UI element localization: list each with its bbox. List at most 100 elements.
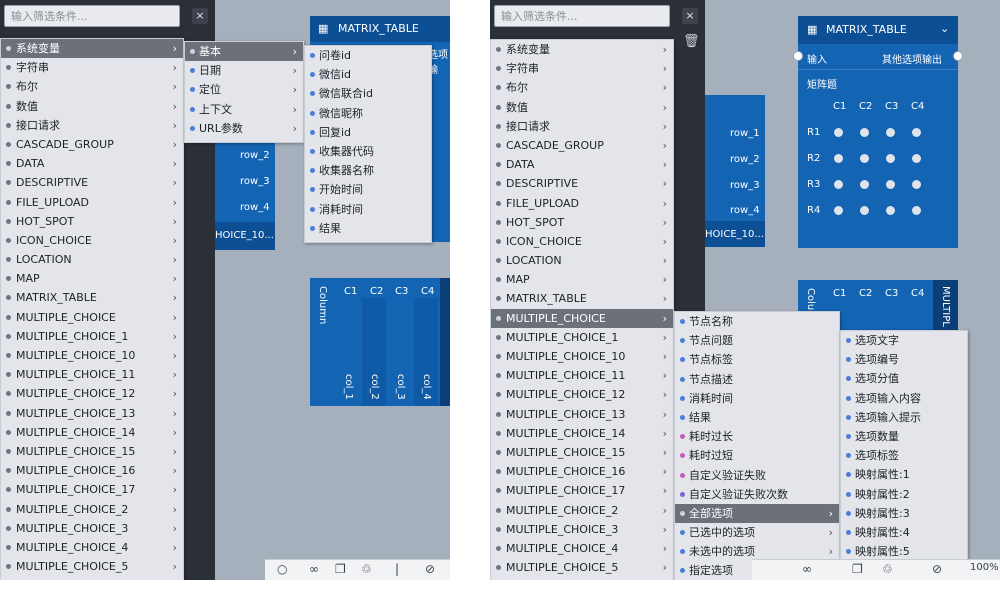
menu-item[interactable]: 系统变量 › bbox=[1, 39, 183, 59]
submenu-item[interactable]: 自定义验证失败 bbox=[675, 466, 839, 485]
submenu-item[interactable]: 微信联合id bbox=[305, 84, 431, 103]
menu-item[interactable]: 数值 › bbox=[1, 97, 183, 116]
filter-search-input[interactable]: 输入筛选条件... bbox=[4, 5, 180, 27]
submenu-item[interactable]: 收集器代码 bbox=[305, 142, 431, 161]
matrix-radio[interactable] bbox=[834, 154, 843, 163]
close-icon[interactable]: × bbox=[682, 8, 698, 24]
matrix-table-node-header[interactable]: ▦ MATRIX_TABLE bbox=[310, 16, 450, 42]
submenu-item[interactable]: 问卷id bbox=[305, 46, 431, 65]
submenu-item[interactable]: 映射属性:4 bbox=[841, 523, 967, 542]
submenu-item[interactable]: 上下文 › bbox=[185, 100, 303, 119]
matrix-radio[interactable] bbox=[886, 206, 895, 215]
menu-item[interactable]: MULTIPLE_CHOICE_14 › bbox=[1, 423, 183, 442]
menu-item[interactable]: MULTIPLE_CHOICE_17 › bbox=[1, 480, 183, 499]
menu-item[interactable]: MULTIPLE_CHOICE_11 › bbox=[491, 366, 673, 385]
menu-item[interactable]: MULTIPLE_CHOICE_13 › bbox=[1, 404, 183, 423]
matrix-radio[interactable] bbox=[886, 180, 895, 189]
matrix-radio[interactable] bbox=[834, 206, 843, 215]
menu-item[interactable]: MULTIPLE_CHOICE_17 › bbox=[491, 481, 673, 500]
output-port[interactable] bbox=[953, 51, 963, 61]
submenu-item[interactable]: URL参数 › bbox=[185, 119, 303, 138]
menu-item[interactable]: ICON_CHOICE › bbox=[491, 232, 673, 251]
menu-item[interactable]: 接口请求 › bbox=[491, 117, 673, 136]
menu-item[interactable]: MULTIPLE_CHOICE_12 › bbox=[1, 384, 183, 403]
submenu-item[interactable]: 选项输入内容 bbox=[841, 389, 967, 408]
menu-item[interactable]: ICON_CHOICE › bbox=[1, 231, 183, 250]
close-icon[interactable]: × bbox=[192, 8, 208, 24]
submenu-item[interactable]: 全部选项 › bbox=[675, 503, 839, 524]
menu-item[interactable]: CASCADE_GROUP › bbox=[1, 135, 183, 154]
matrix-radio[interactable] bbox=[912, 180, 921, 189]
hide-icon[interactable]: ⊘ bbox=[425, 562, 435, 576]
matrix-radio[interactable] bbox=[834, 180, 843, 189]
menu-item[interactable]: MULTIPLE_CHOICE_4 › bbox=[1, 538, 183, 557]
copy-icon[interactable]: ❐ bbox=[852, 562, 863, 576]
menu-item[interactable]: HOT_SPOT › bbox=[491, 213, 673, 232]
matrix-radio[interactable] bbox=[860, 206, 869, 215]
zoom-level[interactable]: 100% bbox=[970, 562, 999, 573]
menu-item[interactable]: 字符串 › bbox=[1, 58, 183, 77]
matrix-radio[interactable] bbox=[834, 128, 843, 137]
submenu-item[interactable]: 定位 › bbox=[185, 80, 303, 99]
submenu-item[interactable]: 结果 bbox=[675, 408, 839, 427]
matrix-radio[interactable] bbox=[860, 180, 869, 189]
submenu-item[interactable]: 选项分值 bbox=[841, 369, 967, 388]
matrix-radio[interactable] bbox=[912, 128, 921, 137]
menu-item[interactable]: MULTIPLE_CHOICE_1 › bbox=[1, 327, 183, 346]
submenu-item[interactable]: 映射属性:2 bbox=[841, 485, 967, 504]
submenu-item[interactable]: 选项文字 bbox=[841, 331, 967, 350]
menu-item[interactable]: FILE_UPLOAD › bbox=[491, 194, 673, 213]
search-icon[interactable]: ○ bbox=[277, 562, 287, 576]
submenu-item[interactable]: 节点名称 bbox=[675, 312, 839, 331]
menu-item[interactable]: MULTIPLE_CHOICE_3 › bbox=[1, 519, 183, 538]
menu-item[interactable]: MULTIPLE_CHOICE_1 › bbox=[491, 328, 673, 347]
menu-item[interactable]: 接口请求 › bbox=[1, 116, 183, 135]
menu-item[interactable]: DESCRIPTIVE › bbox=[1, 173, 183, 192]
submenu-item[interactable]: 自定义验证失败次数 bbox=[675, 485, 839, 504]
submenu-item[interactable]: 收集器名称 bbox=[305, 161, 431, 180]
menu-item[interactable]: MULTIPLE_CHOICE › bbox=[491, 308, 673, 328]
menu-item[interactable]: MULTIPLE_CHOICE_3 › bbox=[491, 520, 673, 539]
matrix-radio[interactable] bbox=[860, 154, 869, 163]
submenu-item[interactable]: 已选中的选项 › bbox=[675, 523, 839, 542]
menu-item[interactable]: MULTIPLE_CHOICE_6› bbox=[491, 577, 673, 580]
matrix-radio[interactable] bbox=[886, 154, 895, 163]
submenu-item[interactable]: 耗时过长 bbox=[675, 427, 839, 446]
submenu-item[interactable]: 日期 › bbox=[185, 61, 303, 80]
submenu-item[interactable]: 选项标签 bbox=[841, 446, 967, 465]
submenu-item[interactable]: 基本 › bbox=[185, 42, 303, 62]
menu-item[interactable]: MULTIPLE_CHOICE_6› bbox=[1, 576, 183, 580]
menu-item[interactable]: DATA › bbox=[491, 155, 673, 174]
menu-item[interactable]: 布尔 › bbox=[1, 77, 183, 96]
submenu-item[interactable]: 选项输入提示 bbox=[841, 408, 967, 427]
hide-icon[interactable]: ⊘ bbox=[932, 562, 942, 576]
submenu-item[interactable]: 节点描述 bbox=[675, 370, 839, 389]
menu-item[interactable]: MULTIPLE_CHOICE_5 › bbox=[1, 557, 183, 576]
menu-item[interactable]: MULTIPLE_CHOICE_16 › bbox=[1, 461, 183, 480]
menu-item[interactable]: CASCADE_GROUP › bbox=[491, 136, 673, 155]
menu-item[interactable]: FILE_UPLOAD › bbox=[1, 193, 183, 212]
submenu-item[interactable]: 回复id bbox=[305, 123, 431, 142]
menu-item[interactable]: MAP › bbox=[1, 269, 183, 288]
submenu-item[interactable]: 映射属性:3 bbox=[841, 504, 967, 523]
menu-item[interactable]: MULTIPLE_CHOICE_16 › bbox=[491, 462, 673, 481]
menu-item[interactable]: MULTIPLE_CHOICE_15 › bbox=[1, 442, 183, 461]
menu-item[interactable]: MULTIPLE_CHOICE_10 › bbox=[1, 346, 183, 365]
link-icon[interactable]: ∞ bbox=[802, 562, 812, 576]
menu-item[interactable]: MULTIPLE_CHOICE_13 › bbox=[491, 405, 673, 424]
menu-item[interactable]: MATRIX_TABLE › bbox=[491, 289, 673, 308]
submenu-item[interactable]: 微信昵称 bbox=[305, 104, 431, 123]
menu-item[interactable]: MAP › bbox=[491, 270, 673, 289]
matrix-table-node-header[interactable]: ▦ MATRIX_TABLE ⌄ bbox=[798, 16, 958, 44]
submenu-item[interactable]: 消耗时间 bbox=[675, 389, 839, 408]
submenu-item[interactable]: 节点问题 bbox=[675, 331, 839, 350]
menu-item[interactable]: MULTIPLE_CHOICE_2 › bbox=[1, 500, 183, 519]
menu-item[interactable]: HOT_SPOT › bbox=[1, 212, 183, 231]
menu-item[interactable]: 字符串 › bbox=[491, 59, 673, 78]
submenu-item[interactable]: 耗时过短 bbox=[675, 446, 839, 465]
menu-item[interactable]: 系统变量 › bbox=[491, 40, 673, 59]
menu-item[interactable]: MULTIPLE_CHOICE_10 › bbox=[491, 347, 673, 366]
menu-item[interactable]: DESCRIPTIVE › bbox=[491, 174, 673, 193]
menu-item[interactable]: 数值 › bbox=[491, 98, 673, 117]
menu-item[interactable]: MULTIPLE_CHOICE_15 › bbox=[491, 443, 673, 462]
